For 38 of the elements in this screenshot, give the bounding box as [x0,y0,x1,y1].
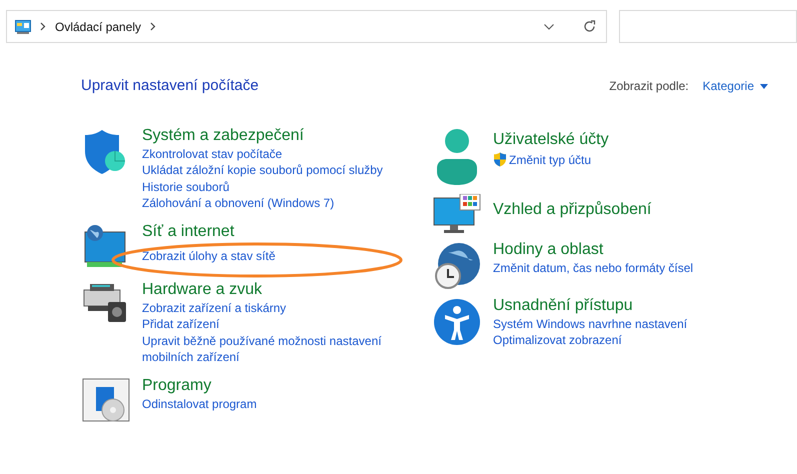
task-link[interactable]: Zobrazit úlohy a stav sítě [142,248,392,264]
category-link[interactable]: Hardware a zvuk [142,280,392,300]
category-link[interactable]: Systém a zabezpečení [142,126,392,146]
category-link[interactable]: Usnadnění přístupu [493,296,743,316]
task-link[interactable]: Zálohování a obnovení (Windows 7) [142,195,392,212]
chevron-icon [40,22,46,31]
task-link[interactable]: Systém Windows navrhne nastavení [493,316,743,332]
monitor-globe-icon [82,224,128,270]
breadcrumb[interactable]: Ovládací panely [55,18,142,36]
view-by-dropdown[interactable]: Kategorie [702,77,768,96]
task-link[interactable]: Odinstalovat program [142,396,392,412]
dropdown-icon[interactable] [544,24,554,30]
task-link[interactable]: Historie souborů [142,178,392,195]
shield-icon [82,128,126,176]
task-link[interactable]: Změnit typ účtu [493,152,743,168]
globe-clock-icon [433,242,481,290]
refresh-icon[interactable] [583,20,596,33]
category-link[interactable]: Uživatelské účty [493,130,743,150]
category-link[interactable]: Programy [142,376,392,396]
task-link[interactable]: Optimalizovat zobrazení [493,332,743,348]
task-link[interactable]: Upravit běžně používané možnosti nastavení mobilních zařízení [142,332,392,366]
category-link[interactable]: Hodiny a oblast [493,240,743,260]
category-link[interactable]: Vzhled a přizpůsobení [493,200,652,220]
chevron-icon [150,22,156,31]
page-heading: Upravit nastavení počítače [81,76,259,96]
view-by-label: Zobrazit podle: [609,78,689,96]
task-link[interactable]: Změnit datum, čas nebo formáty čísel [493,260,743,276]
caret-icon [760,84,768,89]
monitor-palette-icon [433,194,481,234]
task-link[interactable]: Ukládat záložní kopie souborů pomocí služby [142,162,392,178]
accessibility-icon [433,298,481,346]
task-link[interactable]: Přidat zařízení [142,316,392,332]
task-link[interactable]: Zkontrolovat stav počítače [142,146,392,162]
search-field[interactable] [619,10,797,43]
task-link[interactable]: Zobrazit zařízení a tiskárny [142,300,392,316]
address-bar[interactable]: Ovládací panely [6,10,608,43]
category-link[interactable]: Síť a internet [142,222,392,242]
control-panel-icon [15,20,31,34]
